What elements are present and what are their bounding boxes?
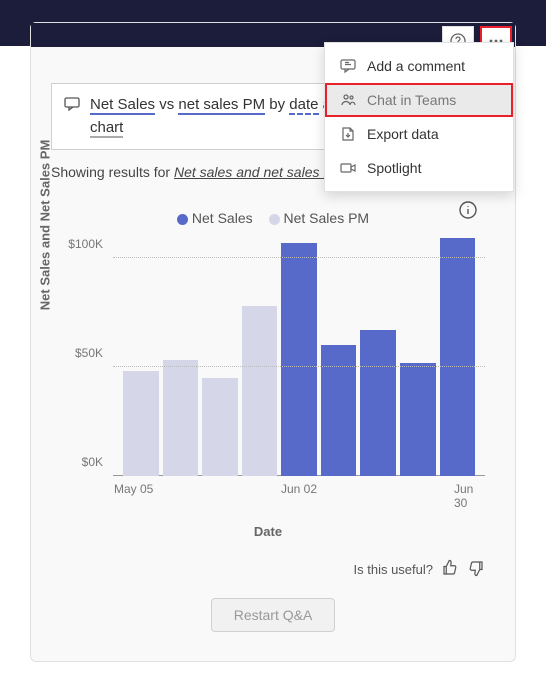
bar: [202, 378, 238, 476]
comment-icon: [64, 96, 80, 117]
spotlight-icon: [339, 159, 357, 177]
bar: [281, 243, 317, 476]
bar: [360, 330, 396, 476]
bar: [163, 360, 199, 476]
y-axis-label: Net Sales and Net Sales PM: [38, 139, 53, 310]
add-comment-icon: [339, 57, 357, 75]
menu-label: Spotlight: [367, 160, 421, 176]
export-icon: [339, 125, 357, 143]
bar: [400, 363, 436, 476]
x-tick: Jun 30: [454, 482, 475, 510]
menu-export-data[interactable]: Export data: [325, 117, 513, 151]
more-options-menu: Add a comment Chat in Teams Export data …: [324, 42, 514, 192]
thumbs-down-icon[interactable]: [467, 559, 485, 580]
feedback-prompt: Is this useful?: [354, 562, 434, 577]
info-icon[interactable]: [459, 201, 477, 224]
menu-label: Chat in Teams: [367, 92, 456, 108]
menu-chat-teams[interactable]: Chat in Teams: [325, 83, 513, 117]
menu-label: Export data: [367, 126, 439, 142]
bar: [123, 371, 159, 476]
y-tick: $0K: [59, 455, 103, 469]
restart-button[interactable]: Restart Q&A: [211, 598, 336, 632]
y-tick: $50K: [59, 346, 103, 360]
chart-legend: Net Sales Net Sales PM: [31, 210, 515, 226]
x-tick: Jun 02: [281, 482, 317, 496]
legend-dot-2: [269, 214, 280, 225]
bar: [440, 238, 476, 476]
bar: [321, 345, 357, 476]
bar: [242, 306, 278, 476]
x-axis-label: Date: [51, 524, 485, 539]
showing-link[interactable]: Net sales and net sales P: [174, 164, 333, 180]
menu-label: Add a comment: [367, 58, 465, 74]
x-tick: May 05: [114, 482, 153, 496]
thumbs-up-icon[interactable]: [441, 559, 459, 580]
legend-dot-1: [177, 214, 188, 225]
menu-spotlight[interactable]: Spotlight: [325, 151, 513, 185]
feedback-row: Is this useful?: [31, 559, 485, 580]
menu-add-comment[interactable]: Add a comment: [325, 49, 513, 83]
teams-icon: [339, 91, 357, 109]
chart: Net Sales and Net Sales PM $0K$50K$100K …: [51, 236, 485, 539]
y-tick: $100K: [59, 237, 103, 251]
